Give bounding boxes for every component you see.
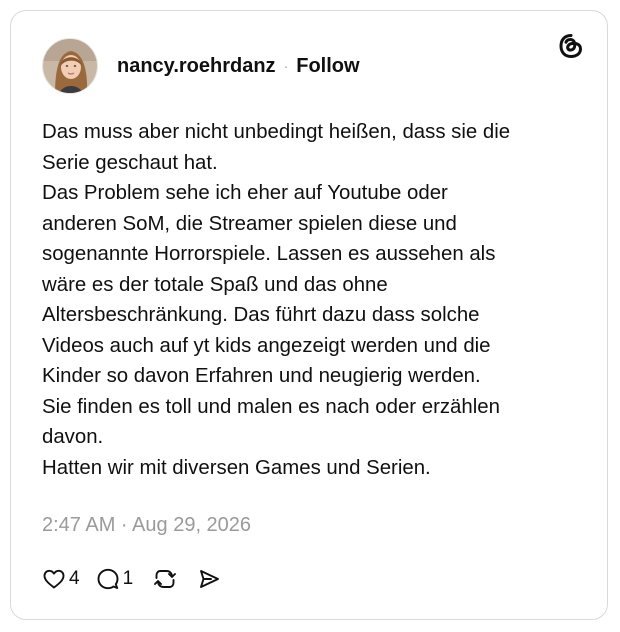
post-body-line: Altersbeschränkung. Das führt dazu dass … xyxy=(42,304,480,326)
like-button[interactable]: 4 xyxy=(42,567,80,591)
post-body-line: sogenannte Horrorspiele. Lassen es ausse… xyxy=(42,243,496,265)
post-body-line: Serie geschaut hat. xyxy=(42,151,218,174)
post-body-line: Kinder so davon Erfahren und neugierig w… xyxy=(42,365,481,387)
post-body-line: Hatten wir mit diversen Games und Serien… xyxy=(42,456,431,479)
share-button[interactable] xyxy=(197,567,221,591)
repost-icon xyxy=(153,567,177,591)
post-body-line: wäre es der totale Spaß und das ohne xyxy=(42,273,388,296)
post-body-line: Das Problem sehe ich eher auf Youtube od… xyxy=(42,182,448,204)
threads-post-card: nancy.roehrdanz · Follow Das muss aber n… xyxy=(10,10,608,620)
separator-dot: · xyxy=(283,58,289,74)
post-body-line: Sie finden es toll und malen es nach ode… xyxy=(42,395,500,418)
action-bar: 4 1 xyxy=(42,564,221,594)
send-icon xyxy=(197,567,221,591)
follow-button[interactable]: Follow xyxy=(296,55,359,78)
avatar[interactable] xyxy=(42,38,98,94)
post-body-line: anderen SoM, die Streamer spielen diese … xyxy=(42,212,457,235)
reply-count: 1 xyxy=(122,568,134,589)
post-timestamp[interactable]: 2:47 AM · Aug 29, 2026 xyxy=(42,514,251,537)
post-header: nancy.roehrdanz · Follow xyxy=(42,38,360,94)
post-body: Das muss aber nicht unbedingt heißen, da… xyxy=(42,117,587,483)
threads-logo-icon[interactable] xyxy=(557,32,585,60)
repost-button[interactable] xyxy=(153,567,177,591)
reply-button[interactable]: 1 xyxy=(96,567,134,591)
like-count: 4 xyxy=(69,568,80,589)
heart-icon xyxy=(42,567,66,591)
comment-bubble-icon xyxy=(96,567,120,591)
post-body-line: davon. xyxy=(42,426,104,448)
username[interactable]: nancy.roehrdanz xyxy=(117,55,276,78)
post-body-line: Videos auch auf yt kids angezeigt werden… xyxy=(42,334,491,357)
post-body-line: Das muss aber nicht unbedingt heißen, da… xyxy=(42,121,511,143)
